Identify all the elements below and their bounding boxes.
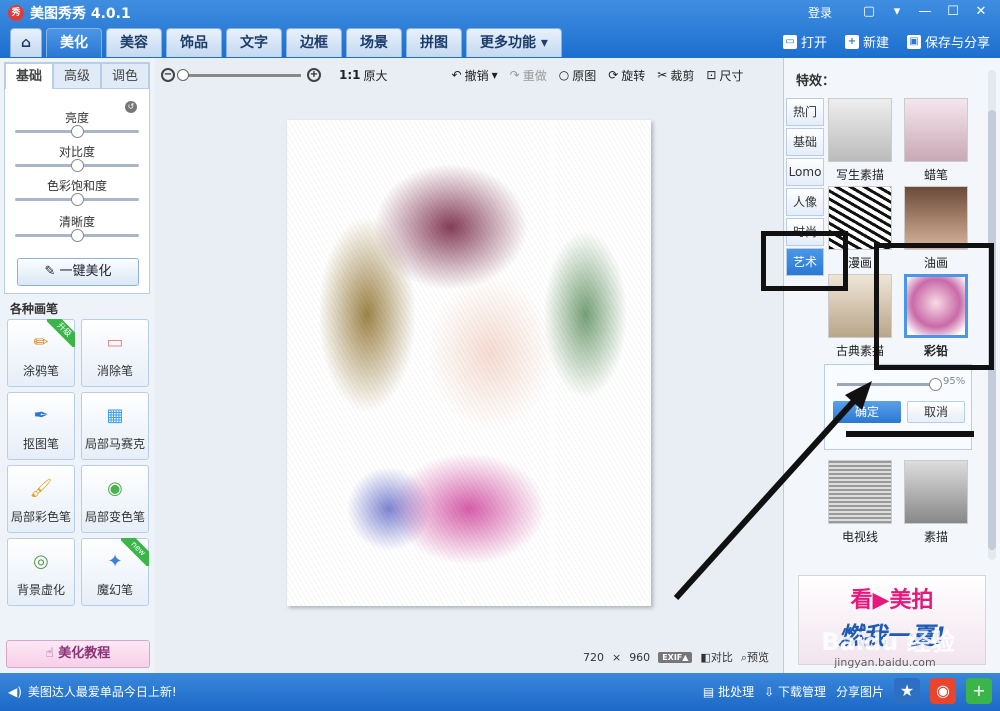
arrow-line — [673, 389, 865, 601]
annotation-arrow — [673, 381, 974, 601]
watermark: Baidu 经验 — [821, 628, 955, 656]
watermark-url: jingyan.baidu.com — [834, 656, 936, 669]
